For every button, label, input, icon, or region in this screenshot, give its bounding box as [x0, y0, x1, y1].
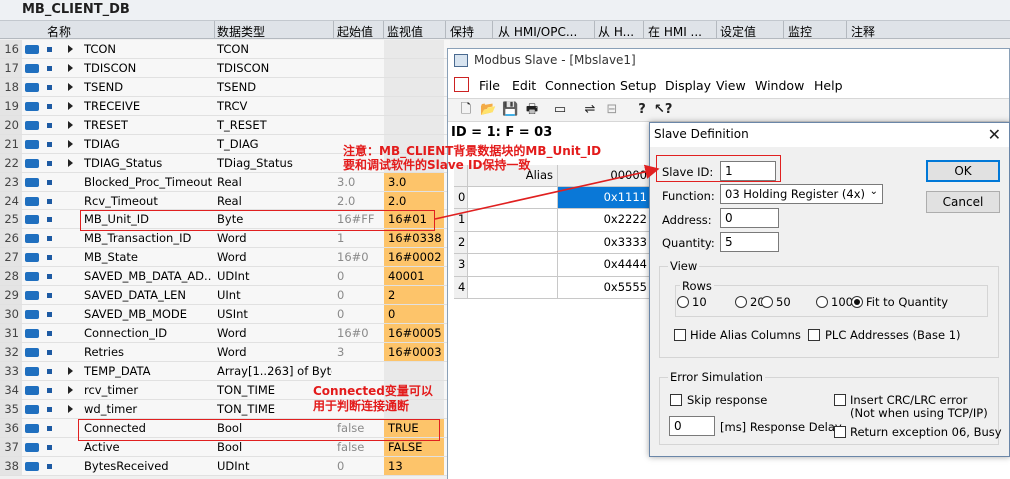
annotation-arrows [434, 164, 660, 220]
arrow-unit-id-to-slave-id [434, 164, 660, 220]
screen: MB_CLIENT_DB 名称 数据类型 起始值 监视值 保持 从 HMI/OP… [0, 0, 1010, 479]
